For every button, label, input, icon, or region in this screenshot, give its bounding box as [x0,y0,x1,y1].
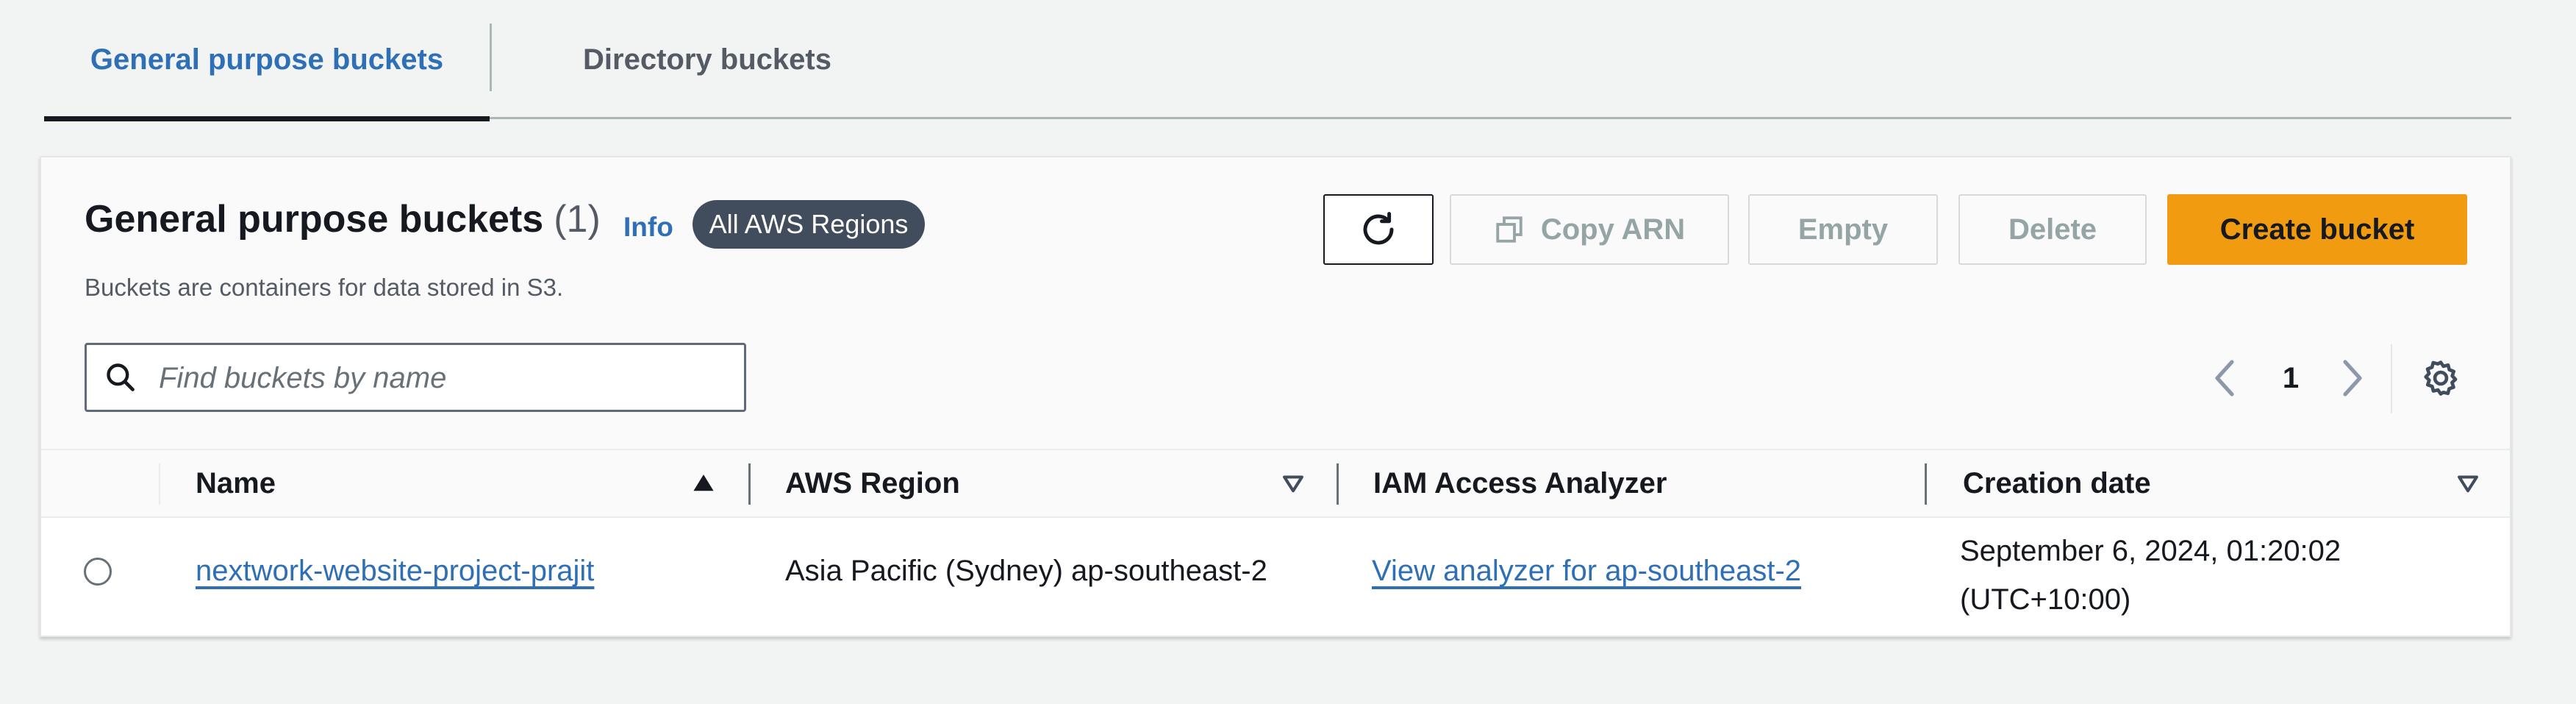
sort-icon[interactable] [1281,471,1306,496]
column-resize-handle[interactable] [748,463,751,505]
table-header: Name AWS Region IAM Access Analyzer Crea… [41,449,2510,518]
refresh-button[interactable] [1323,194,1434,265]
sort-icon[interactable] [2455,471,2480,496]
tab-general-purpose-buckets[interactable]: General purpose buckets [44,0,490,121]
column-separator [159,463,160,505]
copy-icon [1496,216,1523,243]
create-bucket-button[interactable]: Create bucket [2167,194,2467,265]
sort-ascending-icon[interactable] [691,471,716,496]
buckets-panel: General purpose buckets (1) Info All AWS … [40,156,2511,637]
empty-button[interactable]: Empty [1748,194,1938,265]
refresh-icon [1363,212,1394,245]
analyzer-link[interactable]: View analyzer for ap-southeast-2 [1372,555,1801,588]
tab-label: Directory buckets [583,43,831,76]
bucket-count: (1) [554,198,601,241]
tab-label: General purpose buckets [90,43,444,76]
info-link[interactable]: Info [623,212,673,243]
bucket-region: Asia Pacific (Sydney) ap-southeast-2 [785,555,1267,587]
copy-arn-label: Copy ARN [1540,213,1686,246]
panel-description: Buckets are containers for data stored i… [85,274,564,301]
column-header-region[interactable]: AWS Region [785,450,960,516]
column-resize-handle[interactable] [1337,463,1339,505]
search-icon [107,363,135,391]
column-header-creation-date[interactable]: Creation date [1963,450,2151,516]
column-header-analyzer[interactable]: IAM Access Analyzer [1373,450,1667,516]
pager-divider [2391,344,2392,413]
region-badge: All AWS Regions [693,200,925,249]
delete-button[interactable]: Delete [1958,194,2147,265]
search-box [85,343,746,412]
creation-date: September 6, 2024, 01:20:02 (UTC+10:00) [1960,535,2341,616]
copy-arn-button[interactable]: Copy ARN [1450,194,1729,265]
bucket-name-link[interactable]: nextwork-website-project-prajit [196,555,594,588]
panel-title-text: General purpose buckets [85,198,544,241]
table-row: nextwork-website-project-prajit Asia Pac… [41,518,2510,636]
tab-directory-buckets[interactable]: Directory buckets [491,0,923,119]
panel-title: General purpose buckets (1) [85,200,601,238]
column-header-name[interactable]: Name [196,450,276,516]
row-select-radio[interactable] [84,558,112,586]
chevron-right-icon[interactable] [2338,358,2367,399]
chevron-left-icon[interactable] [2210,358,2239,399]
page-number[interactable]: 1 [2276,358,2305,399]
column-resize-handle[interactable] [1925,463,1927,505]
search-input[interactable] [157,345,734,411]
gear-icon[interactable] [2420,358,2461,399]
bucket-type-tabs: General purpose buckets Directory bucket… [44,0,2511,121]
